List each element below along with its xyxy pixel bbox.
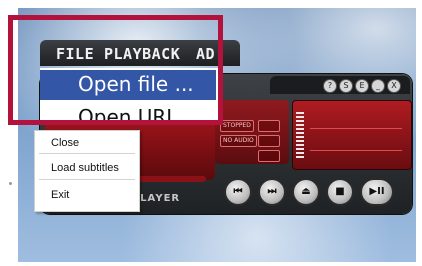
- visualizer-line: [310, 150, 402, 151]
- stop-button[interactable]: ■: [326, 178, 354, 206]
- help-icon[interactable]: ?: [323, 79, 337, 93]
- play-pause-button[interactable]: ▶II: [360, 178, 394, 206]
- close-window-icon[interactable]: X: [387, 79, 401, 93]
- no-audio-indicator: NO AUDIO: [220, 135, 257, 147]
- visualizer-line: [310, 128, 402, 129]
- stray-dot: [9, 182, 12, 185]
- seek-bar[interactable]: [132, 176, 206, 182]
- menu-load-subtitles[interactable]: Load subtitles: [51, 162, 119, 174]
- menu-close[interactable]: Close: [51, 137, 79, 149]
- display-slot-2: [258, 135, 280, 147]
- previous-track-button[interactable]: ⏮: [224, 178, 252, 206]
- equalizer-icon[interactable]: E: [355, 79, 369, 93]
- menu-separator: [39, 179, 135, 180]
- skin-icon[interactable]: S: [339, 79, 353, 93]
- menu-separator: [39, 153, 135, 154]
- eject-button[interactable]: ⏏: [292, 178, 320, 206]
- next-track-button[interactable]: ⏭: [258, 178, 286, 206]
- visualizer-panel: [292, 100, 412, 170]
- minimize-icon[interactable]: _: [371, 79, 385, 93]
- display-slot-3: [258, 150, 280, 162]
- context-menu: Close Load subtitles Exit: [34, 130, 140, 212]
- menu-exit[interactable]: Exit: [51, 189, 69, 201]
- highlight-annotation-box: [8, 15, 223, 125]
- stopped-indicator: STOPPED: [220, 120, 254, 132]
- volume-meter[interactable]: [296, 112, 304, 162]
- display-slot-1: [258, 120, 280, 132]
